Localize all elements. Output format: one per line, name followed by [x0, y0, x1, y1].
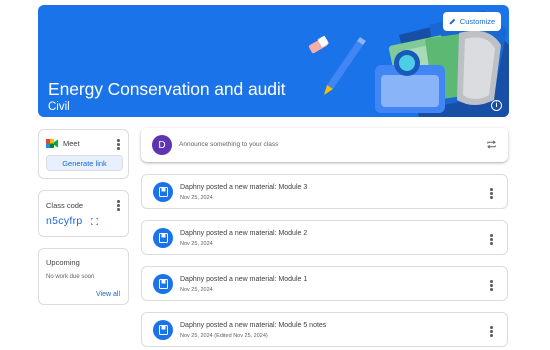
post-title: Daphny posted a new material: Module 5 n… — [180, 322, 327, 329]
upcoming-empty-text: No work due soon — [46, 274, 95, 280]
stream-post[interactable]: Daphny posted a new material: Module 2 N… — [141, 220, 508, 255]
meet-more-vert-icon[interactable] — [117, 139, 120, 150]
post-title: Daphny posted a new material: Module 2 — [180, 230, 308, 237]
class-code-more-vert-icon[interactable] — [117, 200, 120, 211]
generate-link-button[interactable]: Generate link — [46, 155, 123, 171]
material-icon — [153, 182, 173, 202]
announce-box[interactable]: D Announce something to your class — [141, 128, 508, 162]
stream-post[interactable]: Daphny posted a new material: Module 5 n… — [141, 312, 508, 347]
repost-icon[interactable] — [486, 139, 497, 150]
class-section: Civil — [48, 101, 70, 113]
post-date: Nov 25, 2024 — [180, 287, 213, 293]
customize-label: Customize — [459, 17, 496, 26]
post-date: Nov 25, 2024 (Edited Nov 25, 2024) — [180, 333, 268, 339]
post-more-vert-icon[interactable] — [490, 326, 493, 337]
class-banner: Customize Energy Conservation and audit … — [38, 5, 509, 117]
post-more-vert-icon[interactable] — [490, 188, 493, 199]
upcoming-title: Upcoming — [46, 258, 80, 267]
post-more-vert-icon[interactable] — [490, 280, 493, 291]
upcoming-card: Upcoming No work due soon View all — [38, 248, 129, 305]
view-all-link[interactable]: View all — [96, 291, 120, 298]
avatar: D — [152, 135, 172, 155]
class-code-label: Class code — [46, 201, 84, 210]
material-icon — [153, 228, 173, 248]
post-more-vert-icon[interactable] — [490, 234, 493, 245]
class-title: Energy Conservation and audit — [48, 79, 286, 99]
post-title: Daphny posted a new material: Module 1 — [180, 276, 308, 283]
stream-post[interactable]: Daphny posted a new material: Module 1 N… — [141, 266, 508, 301]
fullscreen-icon[interactable] — [91, 218, 98, 225]
announce-placeholder: Announce something to your class — [179, 141, 279, 148]
material-icon — [153, 320, 173, 340]
class-code-value: n5cyfrp — [46, 215, 83, 227]
material-icon — [153, 274, 173, 294]
post-date: Nov 25, 2024 — [180, 195, 213, 201]
customize-button[interactable]: Customize — [443, 12, 501, 31]
post-date: Nov 25, 2024 — [180, 241, 213, 247]
meet-card: Meet Generate link — [38, 129, 129, 179]
meet-icon — [46, 139, 58, 148]
stream-post[interactable]: Daphny posted a new material: Module 3 N… — [141, 174, 508, 209]
post-title: Daphny posted a new material: Module 3 — [180, 184, 308, 191]
meet-label: Meet — [63, 139, 80, 148]
meet-header: Meet — [46, 139, 80, 148]
class-code-card: Class code n5cyfrp — [38, 190, 129, 237]
pencil-icon — [449, 18, 456, 25]
info-icon[interactable]: i — [491, 100, 502, 111]
